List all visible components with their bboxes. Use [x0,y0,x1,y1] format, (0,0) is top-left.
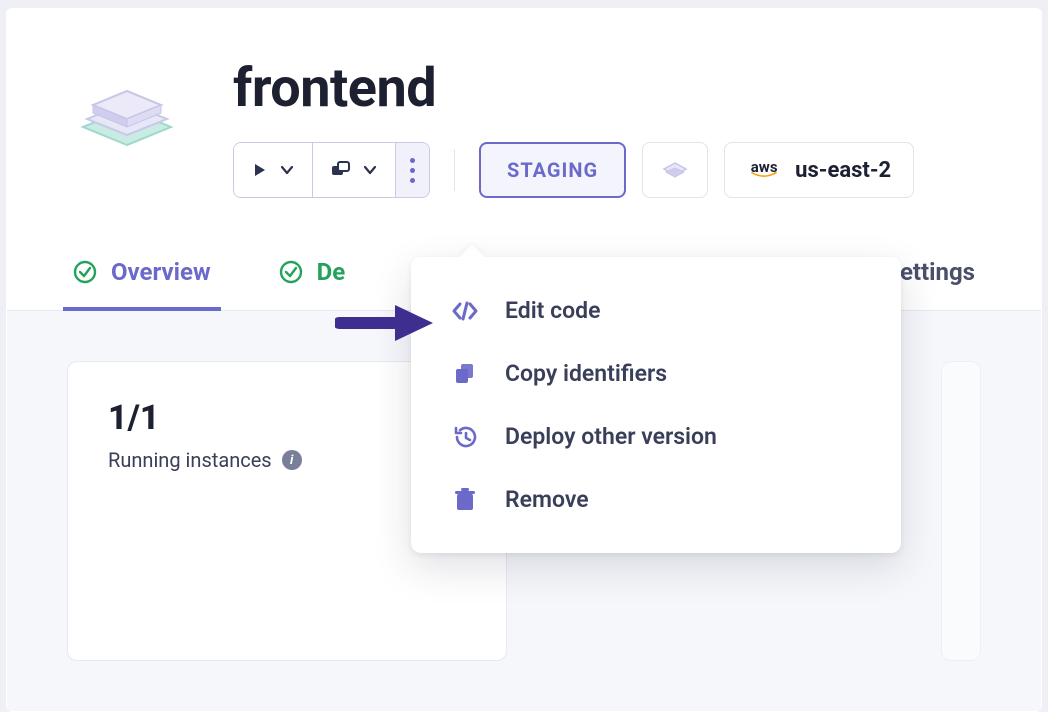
check-circle-icon [73,260,97,284]
check-circle-icon [279,260,303,284]
app-page: frontend [6,8,1042,712]
menu-item-remove[interactable]: Remove [421,468,891,531]
environment-pill[interactable]: STAGING [479,142,626,198]
service-title: frontend [233,57,981,120]
toolbar-separator [454,149,455,191]
page-header: frontend [7,9,1041,208]
running-instances-label: Running instances [108,448,272,472]
region-label: us-east-2 [795,158,891,183]
tab-overview[interactable]: Overview [67,238,217,310]
menu-item-deploy-other-version[interactable]: Deploy other version [421,405,891,468]
aws-icon: aws [747,162,781,179]
kebab-icon [410,158,415,183]
menu-item-copy-identifiers[interactable]: Copy identifiers [421,342,891,405]
run-button[interactable] [234,143,312,197]
copy-icon [451,362,479,386]
redeploy-icon [331,161,351,179]
play-icon [252,162,268,178]
chevron-down-icon [280,163,294,177]
toolbar: STAGING aws us-east-2 [233,142,981,198]
menu-item-label: Copy identifiers [505,360,667,387]
annotation-arrow [335,299,435,351]
trash-icon [451,488,479,512]
secondary-card [941,361,981,661]
more-actions-menu: Edit code Copy identifiers Deploy other … [411,257,901,553]
menu-item-label: Remove [505,486,589,513]
menu-item-edit-code[interactable]: Edit code [421,279,891,342]
more-actions-button[interactable] [395,143,429,197]
code-icon [451,300,479,322]
service-icon [67,63,187,183]
stack-button[interactable] [642,142,708,198]
title-column: frontend [233,57,981,198]
info-icon[interactable]: i [282,450,302,470]
arrow-right-icon [335,299,435,347]
action-button-group [233,142,430,198]
tab-label: Overview [111,258,211,286]
history-icon [451,425,479,449]
chevron-down-icon [363,163,377,177]
menu-item-label: Edit code [505,297,600,324]
region-chip[interactable]: aws us-east-2 [724,142,914,198]
redeploy-button[interactable] [312,143,395,197]
tab-label: De [317,258,346,286]
menu-item-label: Deploy other version [505,423,717,450]
layers-icon [661,160,689,180]
